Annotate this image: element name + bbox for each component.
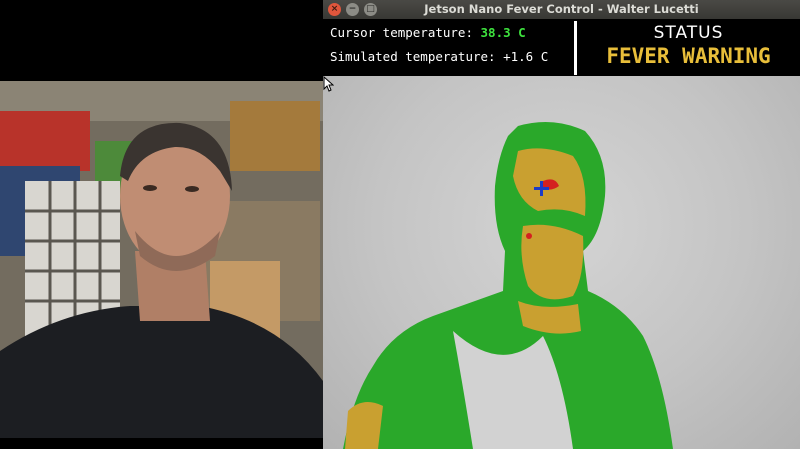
mouse-pointer-icon xyxy=(323,76,334,92)
cursor-temperature-label: Cursor temperature: xyxy=(330,25,481,40)
simulated-temperature-row: Simulated temperature: +1.6 C xyxy=(330,49,548,64)
simulated-temperature-value: +1.6 C xyxy=(503,49,549,64)
thermal-image-view[interactable] xyxy=(323,76,800,449)
camera-feed-image xyxy=(0,81,323,438)
status-value: FEVER WARNING xyxy=(606,44,771,68)
info-bar: Cursor temperature: 38.3 C Simulated tem… xyxy=(323,19,800,76)
cursor-temperature-row: Cursor temperature: 38.3 C xyxy=(330,25,526,40)
crosshair-icon xyxy=(534,181,549,196)
camera-panel xyxy=(0,0,323,449)
status-label: STATUS xyxy=(653,23,724,43)
cursor-temperature-value: 38.3 C xyxy=(480,25,526,40)
simulated-temperature-label: Simulated temperature: xyxy=(330,49,504,64)
window-titlebar[interactable]: × − □ Jetson Nano Fever Control - Walter… xyxy=(323,0,800,19)
window-title: Jetson Nano Fever Control - Walter Lucet… xyxy=(424,2,699,16)
fever-control-window: × − □ Jetson Nano Fever Control - Walter… xyxy=(323,0,800,449)
